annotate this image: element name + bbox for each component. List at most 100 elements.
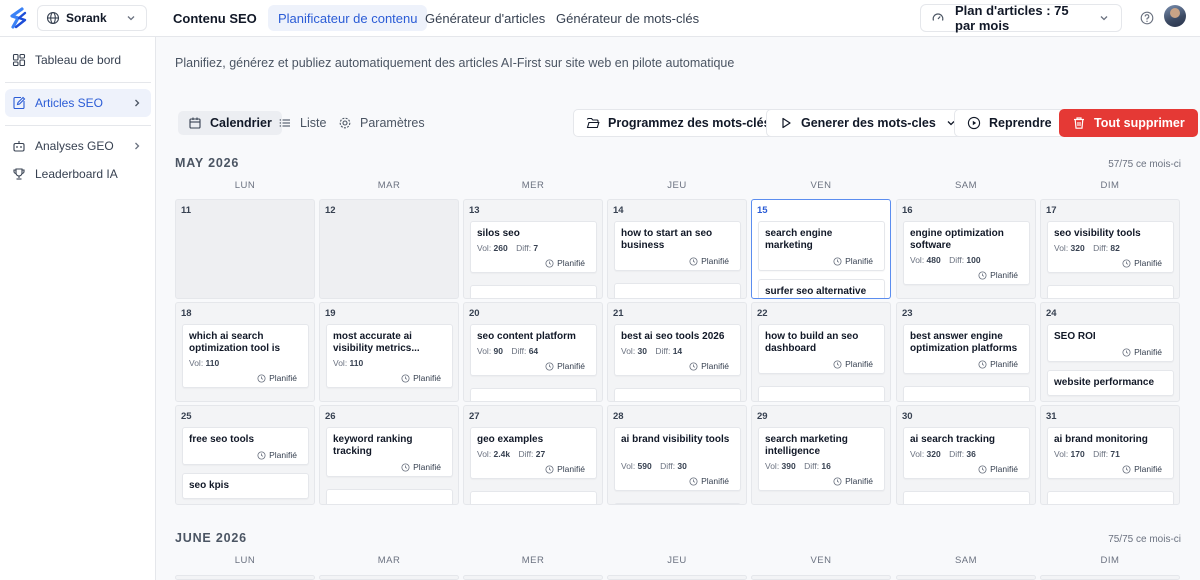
delete-all-button[interactable]: Tout supprimer [1059,109,1198,137]
article-card[interactable]: best ai seo tools 2026 Vol: 30 Diff: 14 Pl… [614,324,741,376]
article-card[interactable]: geo examples Vol: 2.4k Diff: 27 Planifié [470,427,597,479]
help-icon[interactable] [1140,11,1154,25]
calendar-day-cell[interactable] [319,575,459,580]
calendar-day-cell[interactable]: 15 search engine marketing Planifié surfer … [751,199,891,299]
calendar-day-cell[interactable]: 11 [175,199,315,299]
status-label: Planifié [701,256,729,266]
tab-calendar[interactable]: Calendrier [178,111,282,135]
generate-keywords-button[interactable]: Generer des mots-cles [766,109,971,137]
calendar-day-cell[interactable]: 22 how to build an seo dashboard Planifié [751,302,891,402]
tab-label: Paramètres [360,116,425,130]
article-card[interactable] [470,388,597,401]
article-card[interactable]: most accurate ai visibility metrics... Vo… [326,324,453,388]
article-card[interactable] [903,491,1030,504]
difficulty-value: 14 [672,346,683,356]
article-card[interactable] [758,386,885,401]
sorank-logo-icon[interactable] [8,7,30,29]
article-card[interactable]: how to start an seo business Planifié [614,221,741,271]
calendar-day-cell[interactable]: 30 ai search tracking Vol: 320 Diff: 36 Pla… [896,405,1036,505]
article-card[interactable] [326,489,453,504]
calendar-day-cell[interactable] [896,575,1036,580]
article-card[interactable] [903,386,1030,401]
clock-icon [689,476,698,486]
article-card[interactable] [1047,491,1174,504]
program-keywords-button[interactable]: Programmez des mots-clés [573,109,784,137]
calendar-day-cell[interactable]: 28 ai brand visibility tools Vol: 590 Diff… [607,405,747,505]
calendar-day-cell[interactable]: 25 free seo tools Planifié seo kpis [175,405,315,505]
weekday-label: JEU [667,180,687,191]
article-card[interactable]: search engine marketing Planifié [758,221,885,271]
calendar-day-cell[interactable]: 23 best answer engine optimization platfo… [896,302,1036,402]
article-card[interactable]: which ai search optimization tool is mo.… [182,324,309,388]
clock-icon [545,464,554,474]
article-card[interactable] [470,491,597,504]
calendar-day-cell[interactable] [463,575,603,580]
article-card[interactable]: website performance [1047,370,1174,396]
article-keyword: most accurate ai visibility metrics... [333,331,420,354]
calendar-day-cell[interactable]: 12 [319,199,459,299]
article-card[interactable] [470,285,597,298]
article-card[interactable]: SEO ROI Planifié [1047,324,1174,362]
article-card[interactable]: ai brand visibility tools Vol: 590 Diff: … [614,427,741,491]
status-badge: Planifié [689,361,729,371]
article-card[interactable]: keyword ranking tracking Planifié [326,427,453,477]
calendar-day-cell[interactable] [175,575,315,580]
article-card[interactable]: seo kpis [182,473,309,499]
plan-selector[interactable]: Plan d'articles : 75 par mois [920,3,1122,33]
difficulty-value: 64 [528,346,539,356]
article-card[interactable]: best answer engine optimization platform… [903,324,1030,374]
article-card[interactable]: how to build an seo dashboard Planifié [758,324,885,374]
sidebar-item-seo-articles[interactable]: Articles SEO [5,89,151,117]
tab-article-generator[interactable]: Générateur d'articles [415,5,555,31]
calendar-day-cell[interactable]: 27 geo examples Vol: 2.4k Diff: 27 Planifié [463,405,603,505]
article-card[interactable]: silos seo Vol: 260 Diff: 7 Planifié [470,221,597,273]
resume-button[interactable]: Reprendre [954,109,1065,137]
calendar-day-cell[interactable]: 29 search marketing intelligence Vol: 390 … [751,405,891,505]
tab-content-planner[interactable]: Planificateur de contenu [268,5,428,31]
article-keyword: ai search tracking [910,434,996,445]
article-card[interactable] [614,283,741,298]
calendar-day-cell[interactable]: 19 most accurate ai visibility metrics...… [319,302,459,402]
globe-icon [46,11,60,25]
sidebar-item-geo-analyses[interactable]: Analyses GEO [5,132,151,160]
article-keyword: which ai search optimization tool is mo.… [189,331,281,354]
calendar-day-cell[interactable]: 26 keyword ranking tracking Planifié [319,405,459,505]
app-title: Contenu SEO [173,11,257,26]
avatar[interactable] [1164,5,1186,27]
calendar-day-cell[interactable]: 17 seo visibility tools Vol: 320 Diff: 82 P… [1040,199,1180,299]
tab-keyword-generator[interactable]: Générateur de mots-clés [546,5,709,31]
sidebar-item-dashboard[interactable]: Tableau de bord [5,46,151,74]
plan-label: Plan d'articles : 75 par mois [955,3,1069,33]
article-card[interactable]: surfer seo alternative [758,279,885,298]
clock-icon [689,256,698,266]
workspace-selector[interactable]: Sorank [37,5,147,31]
article-card[interactable]: seo visibility tools Vol: 320 Diff: 82 Pla… [1047,221,1174,273]
article-card[interactable] [1047,285,1174,298]
calendar-day-cell[interactable]: 13 silos seo Vol: 260 Diff: 7 Planifié [463,199,603,299]
article-card[interactable] [614,388,741,401]
calendar-day-cell[interactable]: 21 best ai seo tools 2026 Vol: 30 Diff: 14… [607,302,747,402]
day-number: 31 [1046,411,1057,422]
calendar-day-cell[interactable]: 14 how to start an seo business Planifié [607,199,747,299]
tab-list[interactable]: Liste [268,111,336,135]
article-card[interactable]: ai brand monitoring Vol: 170 Diff: 71 Plan… [1047,427,1174,479]
calendar-day-cell[interactable]: 20 seo content platform Vol: 90 Diff: 64 Pl… [463,302,603,402]
article-card[interactable]: search marketing intelligence Vol: 390 Di… [758,427,885,491]
article-keyword: how to start an seo business [621,228,713,251]
article-card[interactable]: ai search tracking Vol: 320 Diff: 36 Plani… [903,427,1030,479]
sidebar-item-ai-leaderboard[interactable]: Leaderboard IA [5,160,151,188]
calendar-day-cell[interactable]: 18 which ai search optimization tool is m… [175,302,315,402]
calendar-day-cell[interactable]: 31 ai brand monitoring Vol: 170 Diff: 71 Pl… [1040,405,1180,505]
calendar-day-cell[interactable] [1040,575,1180,580]
tab-settings[interactable]: Paramètres [328,111,435,135]
article-card[interactable]: seo content platform Vol: 90 Diff: 64 Plan… [470,324,597,376]
calendar-day-cell[interactable]: 24 SEO ROI Planifié website performance [1040,302,1180,402]
article-card[interactable] [614,503,741,504]
calendar-day-cell[interactable] [751,575,891,580]
volume-value: 390 [781,461,796,471]
calendar-day-cell[interactable]: 16 engine optimization software Vol: 480 D… [896,199,1036,299]
play-circle-icon [967,116,981,130]
article-card[interactable]: engine optimization software Vol: 480 Dif… [903,221,1030,285]
calendar-day-cell[interactable] [607,575,747,580]
article-card[interactable]: free seo tools Planifié [182,427,309,465]
